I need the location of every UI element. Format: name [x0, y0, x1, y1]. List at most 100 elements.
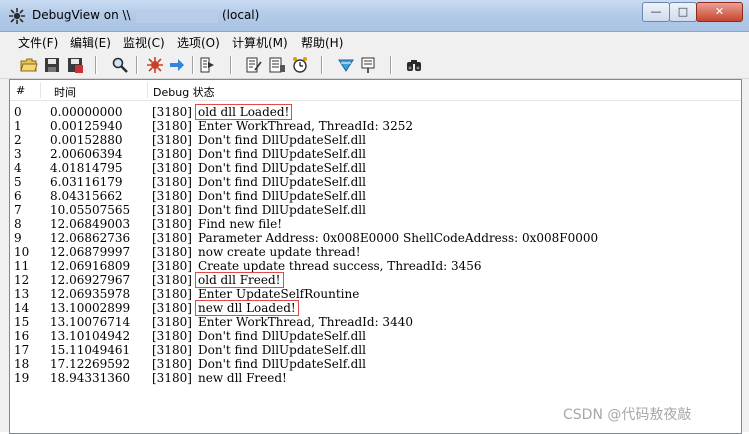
log-row[interactable]: 5 6.03116179 [3180] Don't find DllUpdateSel…: [10, 175, 741, 189]
row-index: 11: [14, 259, 30, 273]
row-message: old dll Loaded!: [194, 104, 293, 120]
row-message: Don't find DllUpdateSelf.dll: [198, 147, 366, 161]
log-row[interactable]: 19 18.94331360 [3180] new dll Freed!: [10, 371, 741, 385]
filter-icon[interactable]: [245, 56, 263, 74]
row-pid: [3180]: [152, 231, 192, 245]
watermark: CSDN @代码敖夜敲: [563, 407, 692, 423]
toolbar-separator: [321, 56, 323, 74]
row-pid: [3180]: [152, 301, 192, 315]
log-row[interactable]: 4 4.01814795 [3180] Don't find DllUpdateSel…: [10, 161, 741, 175]
log-row[interactable]: 15 13.10076714 [3180] Enter WorkThread, Thr…: [10, 315, 741, 329]
row-time: 15.11049461: [50, 343, 131, 357]
menu-help[interactable]: 帮助(H): [301, 34, 343, 51]
log-row[interactable]: 2 0.00152880 [3180] Don't find DllUpdateSel…: [10, 133, 741, 147]
maximize-button[interactable]: □: [669, 2, 697, 22]
row-message: Find new file!: [198, 217, 283, 231]
row-index: 12: [14, 273, 30, 287]
properties-icon[interactable]: [268, 56, 286, 74]
menu-file[interactable]: 文件(F): [18, 34, 58, 51]
log-row[interactable]: 12 12.06927967 [3180] old dll Freed!: [10, 272, 741, 288]
row-pid: [3180]: [152, 161, 192, 175]
clear-icon[interactable]: [198, 56, 216, 74]
minimize-button[interactable]: —: [642, 2, 670, 22]
row-message: Create update thread success, ThreadId: …: [198, 259, 482, 273]
row-index: 15: [14, 315, 30, 329]
clock-icon[interactable]: [291, 56, 309, 74]
log-row[interactable]: 9 12.06862736 [3180] Parameter Address: 0x0…: [10, 231, 741, 245]
toolbar: [0, 52, 749, 79]
history-icon[interactable]: [359, 56, 377, 74]
highlight-icon[interactable]: [337, 56, 355, 74]
menu-options[interactable]: 选项(O): [177, 34, 220, 51]
column-divider[interactable]: [147, 82, 148, 98]
binoculars-icon[interactable]: [405, 56, 423, 74]
log-row[interactable]: 16 13.10104942 [3180] Don't find DllUpdateS…: [10, 329, 741, 343]
column-time[interactable]: 时间: [54, 84, 76, 100]
log-row[interactable]: 11 12.06916809 [3180] Create update thread …: [10, 259, 741, 273]
log-row[interactable]: 3 2.00606394 [3180] Don't find DllUpdateSel…: [10, 147, 741, 161]
row-time: 12.06927967: [50, 273, 131, 287]
row-time: 12.06935978: [50, 287, 131, 301]
log-row[interactable]: 13 12.06935978 [3180] Enter UpdateSelfRount…: [10, 287, 741, 301]
row-message: Enter WorkThread, ThreadId: 3440: [198, 315, 413, 329]
log-row[interactable]: 10 12.06879997 [3180] now create update thr…: [10, 245, 741, 259]
column-debug[interactable]: Debug 状态: [153, 84, 215, 100]
capture-icon[interactable]: [146, 56, 164, 74]
row-pid: [3180]: [152, 189, 192, 203]
row-time: 2.00606394: [50, 147, 123, 161]
log-row[interactable]: 1 0.00125940 [3180] Enter WorkThread, Threa…: [10, 119, 741, 133]
row-time: 6.03116179: [50, 175, 123, 189]
menu-capture[interactable]: 监视(C): [123, 34, 165, 51]
row-pid: [3180]: [152, 273, 192, 287]
row-index: 18: [14, 357, 30, 371]
row-message: Don't find DllUpdateSelf.dll: [198, 175, 366, 189]
row-pid: [3180]: [152, 105, 192, 119]
row-message: Don't find DllUpdateSelf.dll: [198, 343, 366, 357]
title-redacted-host: [136, 9, 218, 23]
column-index[interactable]: #: [16, 84, 25, 97]
log-row[interactable]: 0 0.00000000 [3180] old dll Loaded!: [10, 104, 741, 120]
row-time: 10.05507565: [50, 203, 131, 217]
autoscroll-arrow-icon[interactable]: [168, 56, 186, 74]
row-index: 4: [14, 161, 22, 175]
log-row[interactable]: 6 8.04315662 [3180] Don't find DllUpdateSel…: [10, 189, 741, 203]
log-row[interactable]: 8 12.06849003 [3180] Find new file!: [10, 217, 741, 231]
row-index: 10: [14, 245, 30, 259]
row-message: Don't find DllUpdateSelf.dll: [198, 161, 366, 175]
find-icon[interactable]: [111, 56, 129, 74]
row-time: 12.06862736: [50, 231, 131, 245]
menu-computer[interactable]: 计算机(M): [232, 34, 288, 51]
row-pid: [3180]: [152, 119, 192, 133]
open-folder-icon[interactable]: [20, 56, 38, 74]
close-button[interactable]: ✕: [696, 2, 743, 22]
menu-edit[interactable]: 编辑(E): [70, 34, 111, 51]
row-index: 8: [14, 217, 22, 231]
row-index: 6: [14, 189, 22, 203]
row-index: 19: [14, 371, 30, 385]
row-pid: [3180]: [152, 329, 192, 343]
window-title: DebugView on \\: [32, 8, 131, 22]
log-row[interactable]: 18 17.12269592 [3180] Don't find DllUpdateS…: [10, 357, 741, 371]
row-message: now create update thread!: [198, 245, 361, 259]
row-pid: [3180]: [152, 343, 192, 357]
row-time: 13.10104942: [50, 329, 131, 343]
row-message: new dll Freed!: [198, 371, 287, 385]
row-pid: [3180]: [152, 175, 192, 189]
log-row[interactable]: 14 13.10002899 [3180] new dll Loaded!: [10, 300, 741, 316]
column-divider[interactable]: [40, 82, 41, 98]
title-bar[interactable]: DebugView on \\ (local) — □ ✕: [0, 0, 749, 32]
save-icon[interactable]: [43, 56, 61, 74]
row-time: 18.94331360: [50, 371, 131, 385]
row-message: Don't find DllUpdateSelf.dll: [198, 329, 366, 343]
row-time: 4.01814795: [50, 161, 123, 175]
row-message: Enter WorkThread, ThreadId: 3252: [198, 119, 413, 133]
log-row[interactable]: 7 10.05507565 [3180] Don't find DllUpdateSe…: [10, 203, 741, 217]
row-index: 5: [14, 175, 22, 189]
toolbar-separator: [230, 56, 232, 74]
log-list[interactable]: # 时间 Debug 状态 0 0.00000000 [3180] old dll L…: [9, 79, 742, 434]
log-row[interactable]: 17 15.11049461 [3180] Don't find DllUpdateS…: [10, 343, 741, 357]
row-index: 1: [14, 119, 22, 133]
save-as-icon[interactable]: [66, 56, 84, 74]
row-time: 12.06916809: [50, 259, 131, 273]
row-index: 14: [14, 301, 30, 315]
